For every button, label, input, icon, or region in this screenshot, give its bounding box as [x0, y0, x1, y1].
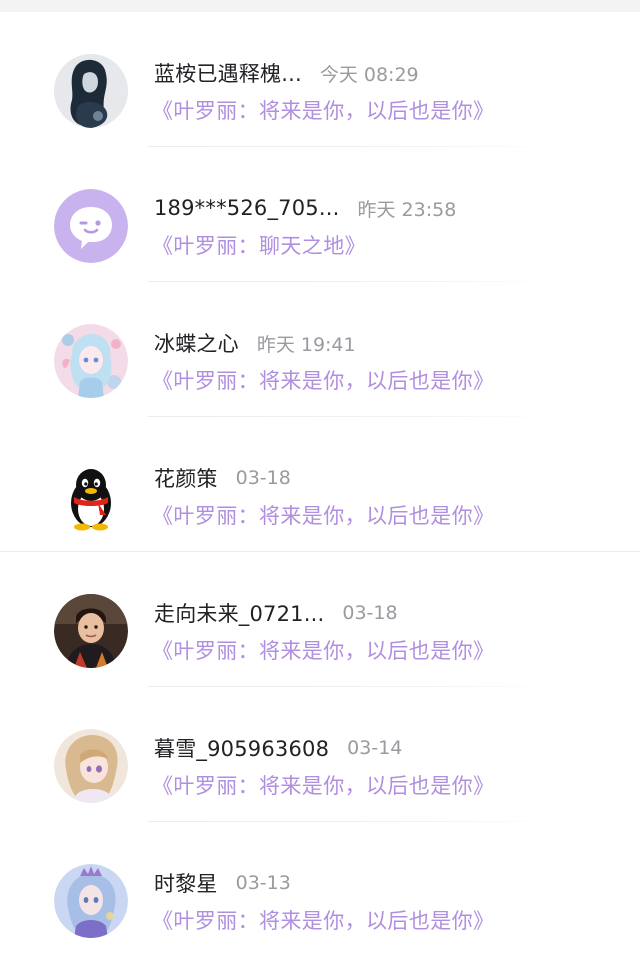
message-preview: 《叶罗丽：将来是你，以后也是你》: [152, 369, 495, 393]
conversation-item[interactable]: 时黎星 03-13 《叶罗丽：将来是你，以后也是你》: [0, 822, 640, 957]
contact-name: 花颜策: [154, 467, 218, 491]
name-row: 走向未来_0721... 03-18: [154, 596, 398, 630]
conversation-item[interactable]: 蓝桉已遇释槐... 今天 08:29 《叶罗丽：将来是你，以后也是你》: [0, 12, 640, 147]
avatar[interactable]: [54, 864, 128, 938]
chat-bubble-wink-icon: [54, 189, 128, 263]
message-preview: 《叶罗丽：聊天之地》: [152, 234, 366, 258]
avatar[interactable]: [54, 54, 128, 128]
message-time: 03-18: [342, 602, 398, 624]
anime-girl-dark-hair-avatar: [54, 54, 128, 128]
anime-girl-blonde-avatar: [54, 729, 128, 803]
anime-girl-crown-avatar: [54, 864, 128, 938]
name-row: 暮雪_905963608 03-14: [154, 731, 402, 765]
message-preview: 《叶罗丽：将来是你，以后也是你》: [152, 504, 495, 528]
message-preview: 《叶罗丽：将来是你，以后也是你》: [152, 909, 495, 933]
contact-name: 暮雪_905963608: [154, 737, 330, 761]
conversation-list: 蓝桉已遇释槐... 今天 08:29 《叶罗丽：将来是你，以后也是你》 189*…: [0, 12, 640, 957]
message-time: 今天 08:29: [319, 63, 419, 86]
message-time: 昨天 23:58: [357, 198, 457, 221]
avatar[interactable]: [54, 459, 128, 533]
contact-name: 时黎星: [154, 872, 218, 896]
message-preview: 《叶罗丽：将来是你，以后也是你》: [152, 774, 495, 798]
avatar[interactable]: [54, 189, 128, 263]
anime-girl-butterfly-avatar: [54, 324, 128, 398]
avatar[interactable]: [54, 324, 128, 398]
message-time: 03-18: [235, 467, 291, 489]
contact-name: 冰蝶之心: [154, 332, 239, 356]
message-preview: 《叶罗丽：将来是你，以后也是你》: [152, 639, 495, 663]
name-row: 花颜策 03-18: [154, 461, 291, 495]
avatar[interactable]: [54, 594, 128, 668]
message-time: 03-13: [235, 872, 291, 894]
conversation-item[interactable]: 冰蝶之心 昨天 19:41 《叶罗丽：将来是你，以后也是你》: [0, 282, 640, 417]
contact-name: 蓝桉已遇释槐...: [154, 62, 302, 86]
name-row: 时黎星 03-13: [154, 866, 291, 900]
top-strip: [0, 0, 640, 12]
contact-name: 189***526_705...: [154, 196, 340, 220]
message-time: 昨天 19:41: [256, 333, 356, 356]
message-preview: 《叶罗丽：将来是你，以后也是你》: [152, 99, 495, 123]
conversation-item[interactable]: 花颜策 03-18 《叶罗丽：将来是你，以后也是你》: [0, 417, 640, 552]
contact-name: 走向未来_0721...: [154, 602, 325, 626]
name-row: 蓝桉已遇释槐... 今天 08:29: [154, 56, 419, 90]
conversation-item[interactable]: 189***526_705... 昨天 23:58 《叶罗丽：聊天之地》: [0, 147, 640, 282]
conversation-item[interactable]: 走向未来_0721... 03-18 《叶罗丽：将来是你，以后也是你》: [0, 552, 640, 687]
name-row: 189***526_705... 昨天 23:58: [154, 191, 456, 225]
name-row: 冰蝶之心 昨天 19:41: [154, 326, 356, 360]
conversation-item[interactable]: 暮雪_905963608 03-14 《叶罗丽：将来是你，以后也是你》: [0, 687, 640, 822]
qq-penguin-icon: [54, 459, 128, 533]
boy-photo-avatar: [54, 594, 128, 668]
avatar[interactable]: [54, 729, 128, 803]
message-time: 03-14: [347, 737, 403, 759]
